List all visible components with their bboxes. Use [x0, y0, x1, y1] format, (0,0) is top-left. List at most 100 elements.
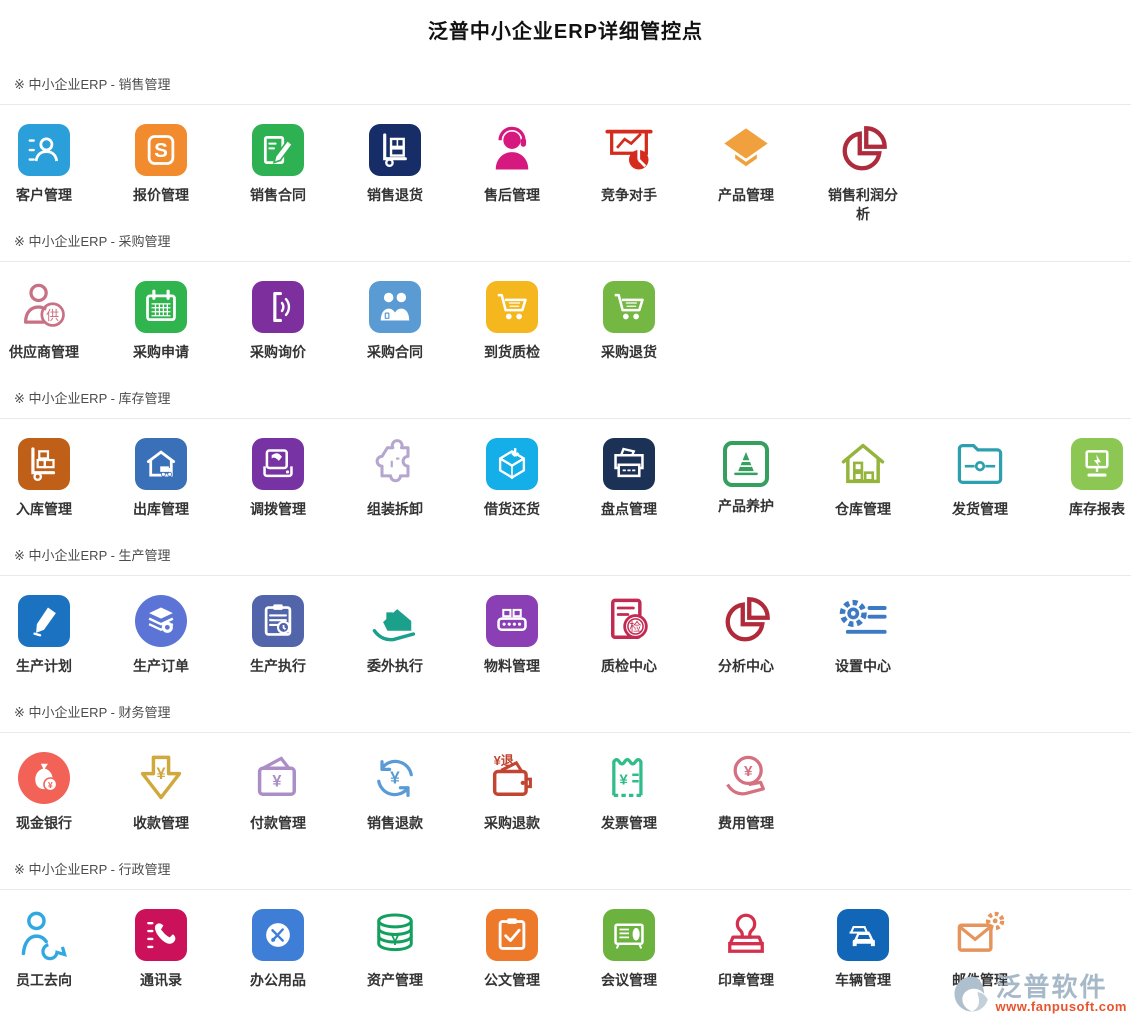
feature-item[interactable]: 采购合同: [355, 281, 472, 362]
feature-item[interactable]: ¥ 费用管理: [706, 752, 823, 833]
feature-grid: 供供应商管理采购申请采购询价采购合同到货质检采购退货: [0, 262, 1131, 362]
clipboard-check-icon: [486, 909, 538, 961]
feature-item[interactable]: 出库管理: [121, 438, 238, 519]
feature-item[interactable]: 物料管理: [472, 595, 589, 676]
feature-item[interactable]: 采购退货: [589, 281, 706, 362]
feature-item[interactable]: 发货管理: [940, 438, 1057, 519]
feature-item[interactable]: 销售利润分析: [823, 124, 940, 224]
headset-person-icon: [486, 124, 538, 176]
house-hand-icon: [369, 595, 421, 647]
svg-text:¥: ¥: [744, 763, 753, 780]
section-heading: ※ 中小企业ERP - 库存管理: [0, 391, 1131, 406]
money-bag-icon: ¥: [18, 752, 70, 804]
feature-grid: ¥现金银行¥收款管理¥付款管理¥销售退款¥退采购退款¥发票管理¥费用管理: [0, 733, 1131, 833]
feature-item[interactable]: 设置中心: [823, 595, 940, 676]
feature-label: 客户管理: [4, 186, 84, 205]
feature-label: 组装拆卸: [355, 500, 435, 519]
svg-text:检: 检: [630, 620, 642, 634]
printer-icon: [603, 438, 655, 490]
feature-item[interactable]: 仓库管理: [823, 438, 940, 519]
feature-item[interactable]: ¥ 付款管理: [238, 752, 355, 833]
fanpu-logo-icon: [951, 973, 993, 1015]
feature-item[interactable]: 生产执行: [238, 595, 355, 676]
feature-item[interactable]: 销售退货: [355, 124, 472, 205]
feature-item[interactable]: 公文管理: [472, 909, 589, 990]
feature-label: 采购申请: [121, 343, 201, 362]
tools-circle-icon: [252, 909, 304, 961]
feature-item[interactable]: ¥销售退款: [355, 752, 472, 833]
feature-item[interactable]: 借货还货: [472, 438, 589, 519]
feature-item[interactable]: 通讯录: [121, 909, 238, 990]
logo-text: 泛普软件 www.fanpusoft.com: [995, 974, 1127, 1014]
feature-item[interactable]: 供供应商管理: [4, 281, 121, 362]
section-heading: ※ 中小企业ERP - 销售管理: [0, 77, 1131, 92]
feature-item[interactable]: 会议管理: [589, 909, 706, 990]
section-heading: ※ 中小企业ERP - 行政管理: [0, 862, 1131, 877]
feature-label: 车辆管理: [823, 971, 903, 990]
feature-item[interactable]: S报价管理: [121, 124, 238, 205]
feature-item[interactable]: 检质检中心: [589, 595, 706, 676]
hand-yen-icon: ¥: [720, 752, 772, 804]
pie-chart-icon: [837, 124, 889, 176]
feature-item[interactable]: 产品养护: [706, 438, 823, 516]
feature-item[interactable]: 售后管理: [472, 124, 589, 205]
feature-item[interactable]: 到货质检: [472, 281, 589, 362]
svg-text:S: S: [154, 139, 168, 162]
feature-item[interactable]: ¥退采购退款: [472, 752, 589, 833]
cart-icon: [603, 281, 655, 333]
feature-label: 库存报表: [1057, 500, 1131, 519]
gear-lines-icon: [837, 595, 889, 647]
wallet-yen-icon: ¥: [252, 752, 304, 804]
feature-label: 盘点管理: [589, 500, 669, 519]
feature-label: 销售合同: [238, 186, 318, 205]
feature-label: 费用管理: [706, 814, 786, 833]
feature-label: 公文管理: [472, 971, 552, 990]
feature-label: 委外执行: [355, 657, 435, 676]
fanpu-logo: 泛普软件 www.fanpusoft.com: [951, 973, 1127, 1015]
feature-item[interactable]: 分析中心: [706, 595, 823, 676]
contract-pen-icon: [252, 124, 304, 176]
feature-item[interactable]: 入库管理: [4, 438, 121, 519]
feature-item[interactable]: 调拨管理: [238, 438, 355, 519]
feature-item[interactable]: 库存报表: [1057, 438, 1131, 519]
feature-item[interactable]: ¥发票管理: [589, 752, 706, 833]
feature-label: 资产管理: [355, 971, 435, 990]
folder-icon: [954, 438, 1006, 490]
feature-item[interactable]: 客户管理: [4, 124, 121, 205]
feature-item[interactable]: 采购申请: [121, 281, 238, 362]
feature-item[interactable]: 委外执行: [355, 595, 472, 676]
feature-item[interactable]: 盘点管理: [589, 438, 706, 519]
wallet-refund-icon: ¥退: [486, 752, 538, 804]
erp-feature-page: 泛普中小企业ERP详细管控点 ※ 中小企业ERP - 销售管理客户管理S报价管理…: [0, 0, 1131, 1019]
feature-item[interactable]: 销售合同: [238, 124, 355, 205]
section-heading: ※ 中小企业ERP - 生产管理: [0, 548, 1131, 563]
feature-item[interactable]: ¥收款管理: [121, 752, 238, 833]
arrow-down-yen-icon: ¥: [135, 752, 187, 804]
feature-item[interactable]: 车辆管理: [823, 909, 940, 990]
product-box-icon: [720, 124, 772, 176]
sections-container: ※ 中小企业ERP - 销售管理客户管理 S报价管理销售合同 销售退货售后管理竞争对…: [0, 77, 1131, 1019]
envelope-gear-icon: [954, 909, 1006, 961]
feature-item[interactable]: 组装拆卸: [355, 438, 472, 519]
feature-item[interactable]: 生产订单: [121, 595, 238, 676]
feature-label: 生产执行: [238, 657, 318, 676]
svg-text:¥: ¥: [391, 932, 399, 948]
svg-text:¥: ¥: [48, 780, 53, 790]
feature-item[interactable]: 竞争对手: [589, 124, 706, 205]
feature-item[interactable]: ¥ 资产管理: [355, 909, 472, 990]
feature-label: 供应商管理: [4, 343, 84, 362]
feature-item[interactable]: 采购询价: [238, 281, 355, 362]
feature-item[interactable]: ¥现金银行: [4, 752, 121, 833]
projector-icon: [603, 909, 655, 961]
logo-website[interactable]: www.fanpusoft.com: [995, 1000, 1127, 1014]
pie-chart-icon: [720, 595, 772, 647]
feature-label: 印章管理: [706, 971, 786, 990]
feature-item[interactable]: 生产计划: [4, 595, 121, 676]
feature-item[interactable]: 印章管理: [706, 909, 823, 990]
feature-label: 付款管理: [238, 814, 318, 833]
coins-yen-icon: ¥: [369, 909, 421, 961]
supplier-person-icon: 供: [18, 281, 70, 333]
feature-item[interactable]: 产品管理: [706, 124, 823, 205]
feature-item[interactable]: 办公用品: [238, 909, 355, 990]
feature-item[interactable]: 员工去向: [4, 909, 121, 990]
